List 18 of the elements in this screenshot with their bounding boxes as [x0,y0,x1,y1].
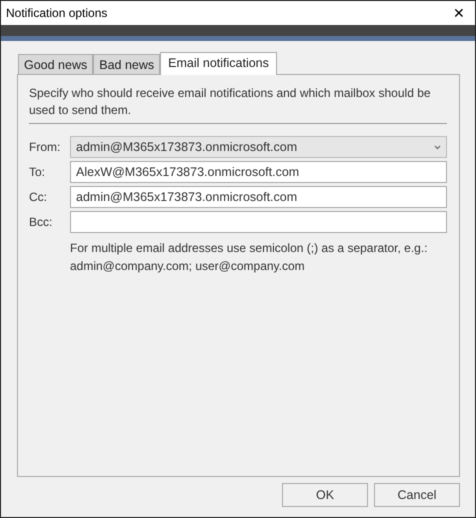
hint-text: For multiple email addresses use semicolon (;) as a separator, e.g.: admin@company.com; user@company.com [70,240,428,275]
description-text: Specify who should receive email notifications and which mailbox should be used to send them. [29,85,447,124]
field-label: Cc: [29,189,48,206]
close-button[interactable]: ✕ [449,6,469,20]
input-field[interactable] [70,211,447,233]
dialog-button[interactable]: OK [282,483,368,507]
caret-icon [434,144,441,150]
input-field[interactable]: AlexW@M365x173873.onmicrosoft.com [70,161,447,183]
field-label: From: [29,139,62,156]
from-dropdown[interactable]: admin@M365x173873.onmicrosoft.com [70,136,447,158]
field-label: To: [29,164,46,181]
input-field[interactable]: admin@M365x173873.onmicrosoft.com [70,186,447,208]
field-label: Bcc: [29,214,54,231]
window-title: Notification options [6,4,108,22]
dialog-button[interactable]: Cancel [374,483,460,507]
tab[interactable]: Good news [18,54,94,74]
tab[interactable]: Bad news [93,54,160,74]
tab[interactable]: Email notifications [160,52,277,75]
